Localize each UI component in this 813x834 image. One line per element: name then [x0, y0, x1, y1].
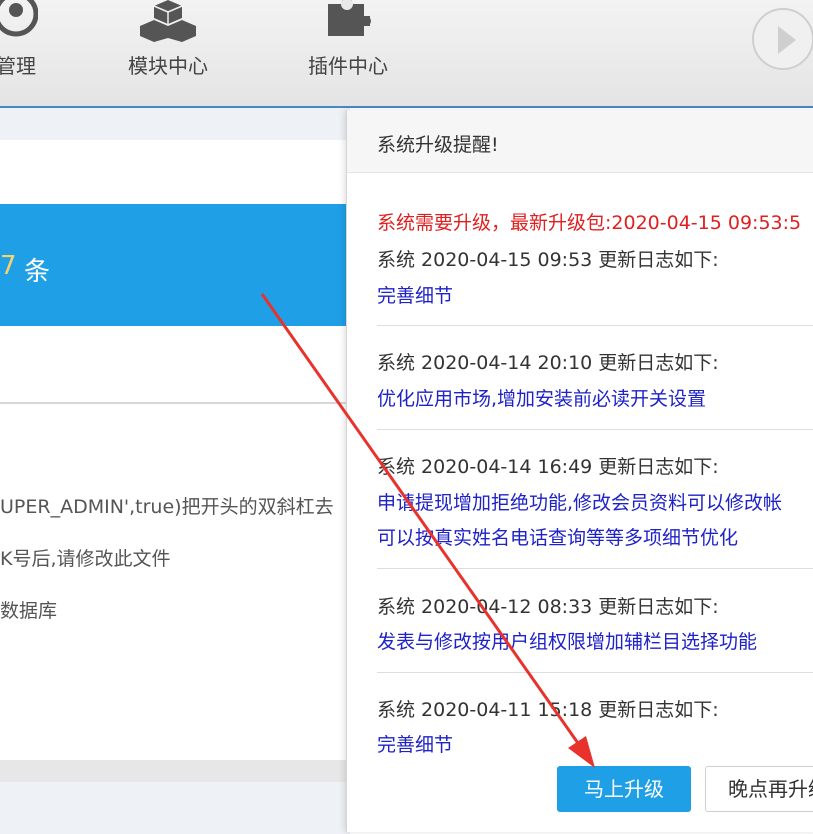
count-banner: 7 条 — [0, 204, 350, 326]
nav-item-label: 模块中心 — [128, 54, 208, 78]
changelog-entry-line: 完善细节 — [377, 285, 454, 307]
entry-separator — [377, 672, 813, 673]
next-arrow-icon[interactable] — [752, 8, 813, 70]
changelog-entry-header: 系统 2020-04-14 16:49 更新日志如下: — [377, 456, 719, 478]
info-line: 数据库 — [0, 600, 58, 622]
panel-footer — [0, 760, 350, 782]
entry-separator — [377, 568, 813, 569]
nav-item-plugins[interactable]: 插件中心 — [302, 0, 394, 100]
nav-item-label: 管理 — [0, 54, 36, 78]
changelog-entry-line: 可以按真实姓名电话查询等等多项细节优化 — [377, 527, 739, 549]
count-number: 7 — [0, 251, 17, 281]
nav-item-label: 插件中心 — [308, 54, 388, 78]
dialog-header: 系统升级提醒! — [347, 110, 813, 173]
info-line: K号后,请修改此文件 — [0, 548, 171, 570]
changelog-entry-line: 申请提现增加拒绝功能,修改会员资料可以修改帐 — [377, 492, 783, 514]
cubes-icon — [140, 0, 196, 42]
changelog-entry-line: 优化应用市场,增加安装前必读开关设置 — [377, 388, 707, 410]
upgrade-later-button[interactable]: 晚点再升级 — [705, 766, 813, 812]
upgrade-dialog: 系统升级提醒! 系统需要升级，最新升级包:2020-04-15 09:53:5 … — [346, 110, 813, 832]
top-nav-bar: 管理 模块中心 插件中心 — [0, 0, 813, 108]
changelog-entry-header: 系统 2020-04-14 20:10 更新日志如下: — [377, 352, 719, 374]
changelog-entry-header: 系统 2020-04-12 08:33 更新日志如下: — [377, 596, 719, 618]
changelog-entry-header: 系统 2020-04-15 09:53 更新日志如下: — [377, 249, 719, 271]
puzzle-icon — [328, 0, 371, 36]
dialog-title: 系统升级提醒! — [377, 134, 499, 156]
divider — [0, 402, 350, 404]
changelog-entry-header: 系统 2020-04-11 15:18 更新日志如下: — [377, 699, 719, 721]
entry-separator — [377, 325, 813, 326]
user-circle-icon — [0, 0, 38, 37]
nav-item-management[interactable]: 管理 — [0, 0, 62, 100]
count-unit: 条 — [24, 257, 51, 287]
changelog-entry-line: 完善细节 — [377, 734, 454, 756]
entry-separator — [377, 429, 813, 430]
changelog-entry-line: 发表与修改按用户组权限增加辅栏目选择功能 — [377, 631, 758, 653]
info-line: UPER_ADMIN',true)把开头的双斜杠去 — [0, 496, 334, 518]
upgrade-now-button[interactable]: 马上升级 — [557, 766, 691, 812]
upgrade-alert: 系统需要升级，最新升级包:2020-04-15 09:53:5 — [377, 212, 802, 234]
nav-item-modules[interactable]: 模块中心 — [122, 0, 214, 100]
